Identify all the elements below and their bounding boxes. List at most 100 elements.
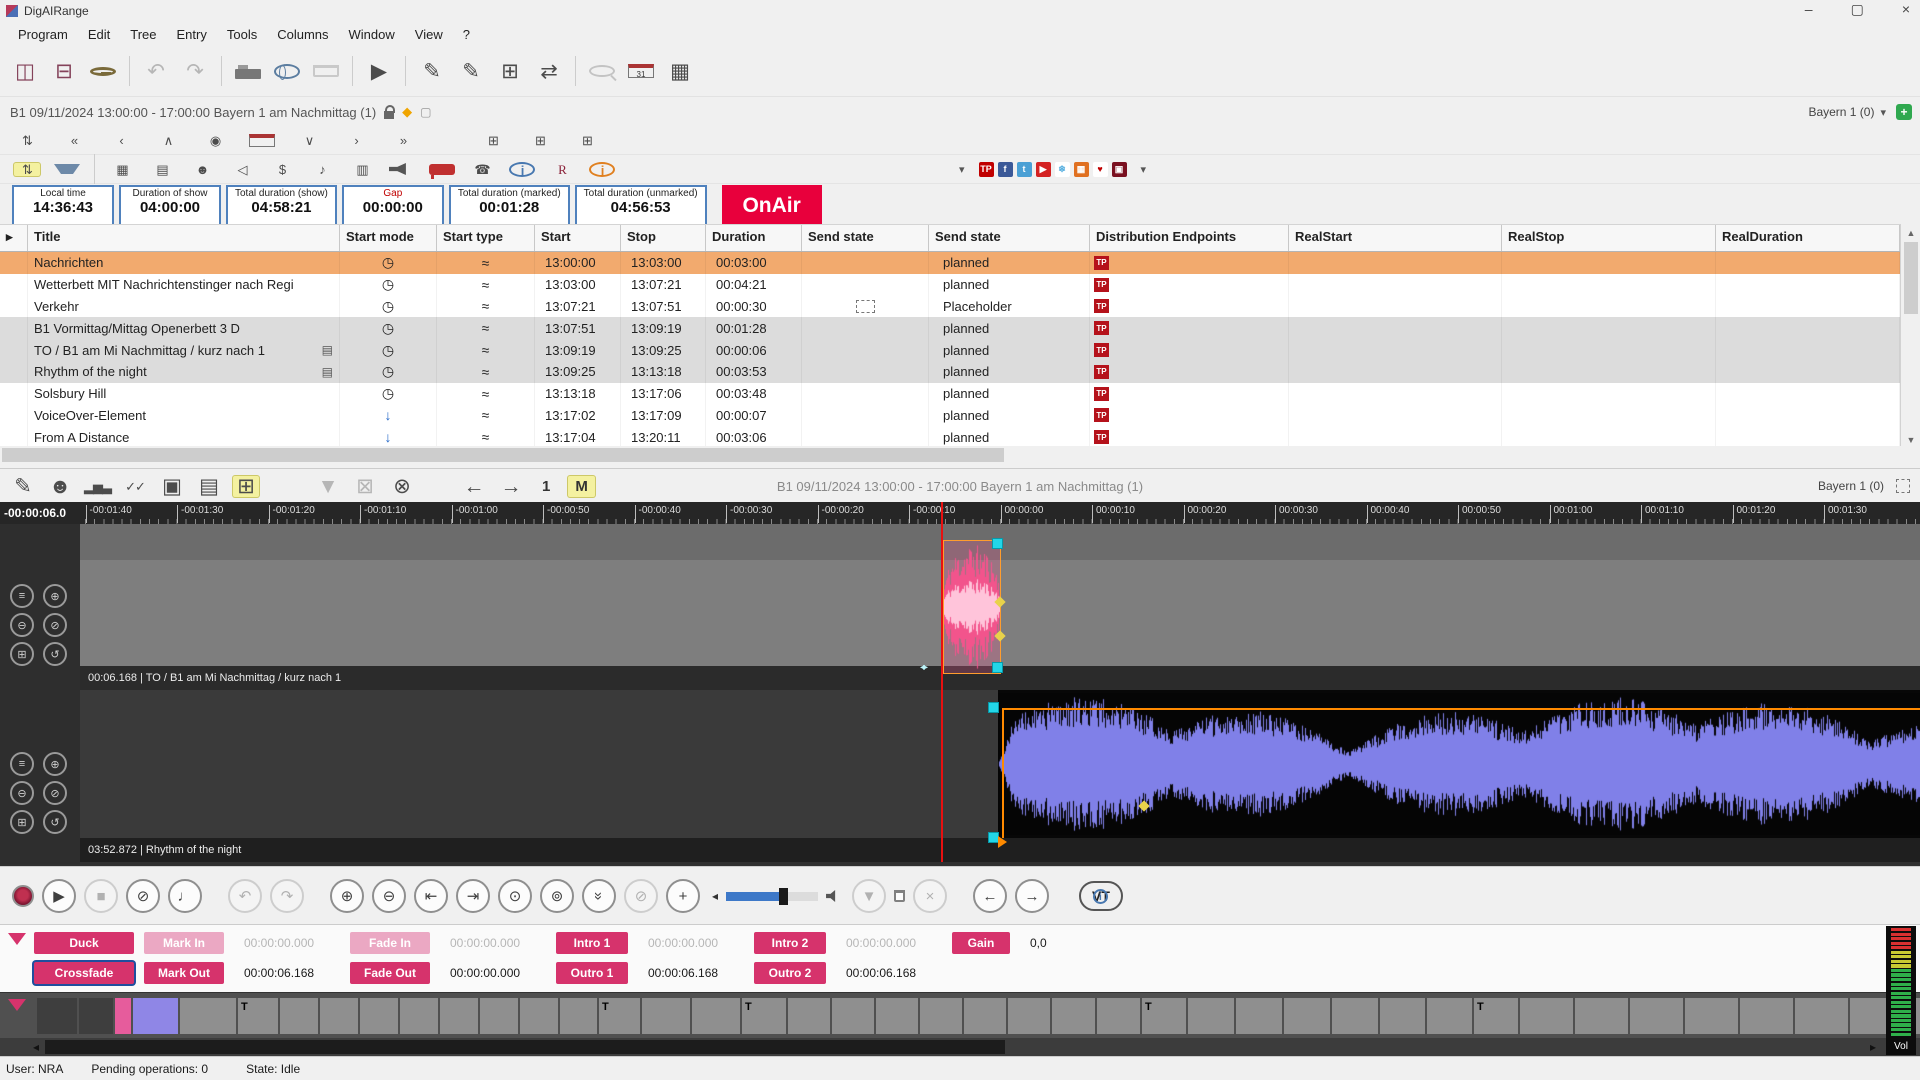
goto-end-button[interactable]: ⇥: [456, 879, 490, 913]
timeline-segment[interactable]: [115, 998, 131, 1034]
grid-horizontal-scrollbar[interactable]: [0, 446, 1920, 464]
lock-icon[interactable]: [384, 111, 394, 119]
snowflake-icon[interactable]: ❄: [1055, 162, 1070, 177]
menu-edit[interactable]: Edit: [78, 24, 120, 45]
column-header-start-mode[interactable]: Start mode: [340, 225, 437, 251]
info-orange-icon[interactable]: i: [589, 162, 615, 177]
track-mute-icon[interactable]: ⊘: [43, 781, 67, 805]
timeline-segment[interactable]: [440, 998, 478, 1034]
clip-handle-bottom[interactable]: [992, 662, 1003, 673]
grid-vertical-scrollbar[interactable]: ▲ ▼: [1900, 224, 1920, 448]
copy-icon[interactable]: ▣: [159, 476, 185, 497]
info-icon[interactable]: i: [509, 162, 535, 177]
timeline-segment[interactable]: [876, 998, 918, 1034]
jump-prev-icon[interactable]: ‹: [108, 134, 134, 147]
column-header-duration[interactable]: Duration: [706, 225, 802, 251]
tp-badge[interactable]: TP: [979, 162, 994, 177]
badge-shield-icon[interactable]: ▣: [1112, 162, 1127, 177]
table-row[interactable]: Rhythm of the night▤◷≈13:09:2513:13:1800…: [0, 361, 1900, 383]
grid-edit-icon[interactable]: ⊞: [233, 476, 259, 497]
edit-list-icon[interactable]: ✎: [458, 61, 484, 82]
jump-last-icon[interactable]: »: [390, 134, 416, 147]
calendar-icon[interactable]: [249, 134, 275, 147]
speaker-icon[interactable]: [389, 163, 415, 175]
sort-entries-icon[interactable]: ⇅: [14, 134, 40, 147]
channel-selector[interactable]: Bayern 1 (0): [1808, 105, 1874, 119]
play-button[interactable]: ▶: [42, 879, 76, 913]
delete-audio-button[interactable]: [894, 890, 905, 902]
duck-button[interactable]: Duck: [34, 932, 134, 954]
fade-in-button[interactable]: Fade In: [350, 932, 430, 954]
scrollbar-thumb[interactable]: [1904, 242, 1918, 314]
timeline-segment[interactable]: [133, 998, 178, 1034]
discard-take-icon[interactable]: ⊠: [352, 476, 378, 497]
menu-entry[interactable]: Entry: [167, 24, 217, 45]
outro-2-button[interactable]: Outro 2: [754, 962, 826, 984]
save-take-icon[interactable]: ▼: [315, 476, 341, 497]
marker-mode-button[interactable]: M: [568, 476, 595, 497]
music-note-icon[interactable]: ♪: [309, 163, 335, 176]
next-take-button[interactable]: →: [1015, 879, 1049, 913]
timeline-segment[interactable]: [642, 998, 690, 1034]
mic-icon[interactable]: [429, 164, 455, 175]
grid-view-icon[interactable]: ▦: [109, 163, 135, 176]
timeline-segment[interactable]: [1575, 998, 1628, 1034]
layout-columns-icon[interactable]: ◫: [12, 61, 38, 82]
column-header-realstop[interactable]: RealStop: [1502, 225, 1716, 251]
scroll-up-icon[interactable]: ▲: [1901, 224, 1920, 238]
collapse-fades-icon[interactable]: [8, 933, 26, 945]
endpoint-dropdown-icon[interactable]: ▾: [1141, 163, 1147, 176]
mark-in-button[interactable]: Mark In: [144, 932, 224, 954]
timeline-segment[interactable]: [1630, 998, 1683, 1034]
track-loop-icon[interactable]: ↺: [43, 810, 67, 834]
filter-dropdown-icon[interactable]: ▾: [959, 163, 965, 176]
timeline-segment[interactable]: [1795, 998, 1848, 1034]
menu-columns[interactable]: Columns: [267, 24, 338, 45]
publish-globe-icon[interactable]: [274, 64, 300, 79]
insert-table-icon[interactable]: ⊞: [497, 61, 523, 82]
menu-view[interactable]: View: [405, 24, 453, 45]
pencil-icon[interactable]: ✎: [10, 476, 36, 497]
timeline-segment[interactable]: [920, 998, 962, 1034]
table-row[interactable]: Verkehr◷≈13:07:2113:07:5100:00:30Placeho…: [0, 296, 1900, 318]
timeline-segment[interactable]: [520, 998, 558, 1034]
transfer-icon[interactable]: ⇄: [536, 61, 562, 82]
track-zoom-out-icon[interactable]: ⊖: [10, 613, 34, 637]
current-entry-icon[interactable]: ◉: [202, 134, 228, 147]
clip-new-icon[interactable]: ⊞: [480, 134, 506, 147]
track-menu-icon[interactable]: ≡: [10, 584, 34, 608]
redo-icon[interactable]: ↷: [182, 61, 208, 82]
nav-left-icon[interactable]: ←: [461, 476, 487, 497]
column-header-distribution-endpoints[interactable]: Distribution Endpoints: [1090, 225, 1289, 251]
scrollbar-thumb[interactable]: [45, 1040, 1005, 1054]
timeline-segment[interactable]: [1097, 998, 1140, 1034]
trim-arrows-icon[interactable]: ◂▸: [920, 662, 926, 673]
money-icon[interactable]: $: [269, 163, 295, 176]
expand-editor-icon[interactable]: [1896, 479, 1910, 493]
table-row[interactable]: B1 Vormittag/Mittag Openerbett 3 D◷≈13:0…: [0, 317, 1900, 339]
timeline-segment[interactable]: [1427, 998, 1472, 1034]
column-header-start-type[interactable]: Start type: [437, 225, 535, 251]
timeline-segment[interactable]: [1520, 998, 1573, 1034]
jump-next-icon[interactable]: ›: [343, 134, 369, 147]
timeline-segment[interactable]: [180, 998, 236, 1034]
track-menu-icon[interactable]: ≡: [10, 752, 34, 776]
cue-button[interactable]: ⊘: [126, 879, 160, 913]
timeline-segment[interactable]: T: [599, 998, 640, 1034]
timeline-segment[interactable]: [832, 998, 874, 1034]
table-row[interactable]: From A Distance↓≈13:17:0413:20:1100:03:0…: [0, 426, 1900, 448]
clip-to-b1-am-mi-nachmittag[interactable]: [943, 540, 1001, 674]
track-loop-icon[interactable]: ↺: [43, 642, 67, 666]
print-icon[interactable]: [235, 69, 261, 79]
record-button[interactable]: [12, 885, 34, 907]
timeline-segment[interactable]: T: [238, 998, 278, 1034]
column-header-realstart[interactable]: RealStart: [1289, 225, 1502, 251]
play-entry-icon[interactable]: ▶: [366, 61, 392, 82]
track-mute-icon[interactable]: ⊘: [43, 613, 67, 637]
timeline-segment[interactable]: [400, 998, 438, 1034]
table-row[interactable]: Wetterbett MIT Nachrichtenstinger nach R…: [0, 274, 1900, 296]
close-button[interactable]: ×: [1902, 1, 1910, 18]
timeline-segment[interactable]: [692, 998, 740, 1034]
waveform-rhythm-of-the-night[interactable]: [998, 693, 1920, 835]
delete-icon[interactable]: [313, 65, 339, 77]
